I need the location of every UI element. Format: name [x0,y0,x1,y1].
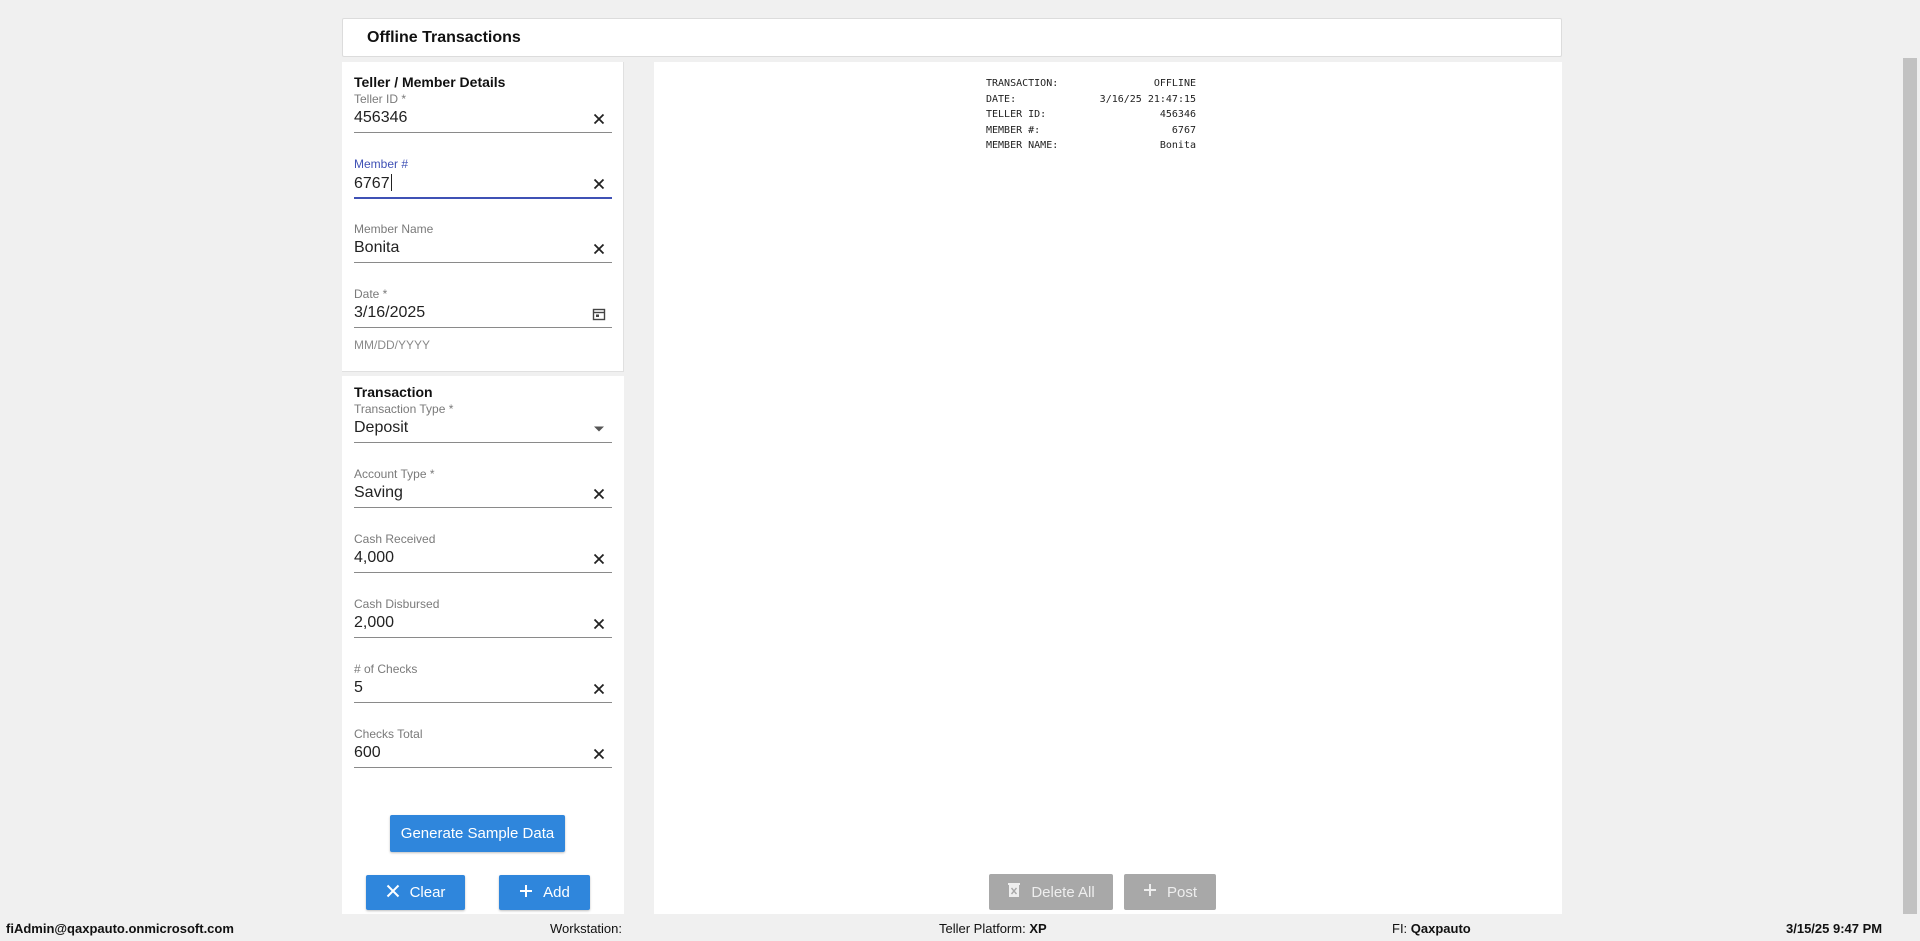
member-name-value: Bonita [354,239,400,256]
checks-total-value: 600 [354,744,381,761]
receipt-row: MEMBER #: 6767 [986,123,1196,139]
clear-cash-received-icon[interactable] [590,550,608,568]
clear-member-name-icon[interactable] [590,240,608,258]
date-format-hint: MM/DD/YYYY [354,338,431,352]
trash-icon [1007,882,1021,902]
checks-total-label: Checks Total [354,727,423,741]
member-number-field[interactable]: Member # 6767 [354,157,612,205]
text-cursor [390,174,392,191]
receipt-row-value: OFFLINE [1153,78,1196,89]
page-header: Offline Transactions [342,18,1562,57]
post-label: Post [1166,883,1197,901]
cash-disbursed-field[interactable]: Cash Disbursed 2,000 [354,597,612,645]
status-datetime: 3/15/25 9:47 PM [1786,921,1883,936]
teller-id-field[interactable]: Teller ID * 456346 [354,92,612,140]
clear-member-number-icon[interactable] [590,175,608,193]
delete-all-button[interactable]: Delete All [989,874,1113,910]
member-number-label: Member # [354,157,409,171]
member-name-field[interactable]: Member Name Bonita [354,222,612,270]
account-type-value: Saving [354,484,403,501]
delete-all-label: Delete All [1031,883,1095,901]
member-name-label: Member Name [354,222,434,236]
clear-checks-total-icon[interactable] [590,745,608,763]
clear-cash-disbursed-icon[interactable] [590,615,608,633]
teller-platform-value: XP [1029,921,1047,936]
add-button-label: Add [543,884,570,901]
account-type-field[interactable]: Account Type * Saving [354,467,612,515]
num-checks-field[interactable]: # of Checks 5 [354,662,612,710]
receipt-row-value: Bonita [1159,140,1196,151]
generate-sample-data-label: Generate Sample Data [400,825,555,842]
cash-received-label: Cash Received [354,532,436,546]
receipt-row-key: MEMBER #: [986,124,1041,136]
receipt-row-value: 456346 [1159,109,1196,120]
plus-icon [1143,883,1157,901]
workstation-label: Workstation: [550,921,623,936]
receipt-row: TELLER ID: 456346 [986,107,1196,123]
clear-account-type-icon[interactable] [590,485,608,503]
receipt-row-value: 3/16/25 21:47:15 [1099,93,1196,105]
teller-platform: Teller Platform: XP [939,921,1047,936]
user-email: fiAdmin@qaxpauto.onmicrosoft.com [6,921,234,936]
fi-label: FI: [1392,921,1408,936]
fi-info: FI: Qaxpauto [1392,921,1471,936]
fi-value: Qaxpauto [1410,921,1471,936]
status-bar: fiAdmin@qaxpauto.onmicrosoft.com Worksta… [0,914,1920,941]
receipt-row-key: TRANSACTION: [986,78,1059,89]
teller-id-value: 456346 [354,109,408,126]
clear-button[interactable]: Clear [366,875,465,910]
cash-received-field[interactable]: Cash Received 4,000 [354,532,612,580]
cash-disbursed-value: 2,000 [354,614,395,631]
details-section: Teller / Member Details Teller ID * 4563… [342,62,624,372]
receipt-row-key: MEMBER NAME: [986,140,1059,151]
form-panel: Teller / Member Details Teller ID * 4563… [342,62,624,914]
close-icon [386,884,400,902]
transaction-section: Transaction Transaction Type * Deposit A… [342,376,624,914]
receipt-row-key: TELLER ID: [986,109,1047,120]
checks-total-field[interactable]: Checks Total 600 [354,727,612,775]
clear-teller-id-icon[interactable] [590,110,608,128]
receipt-row-key: DATE: [986,93,1017,105]
page-scrollbar[interactable] [1903,58,1917,914]
dropdown-arrow-icon[interactable] [590,420,608,438]
receipt-preview: TRANSACTION: OFFLINE DATE: 3/16/25 21:47:15… [986,76,1196,154]
teller-id-label: Teller ID * [354,92,407,106]
teller-platform-label: Teller Platform: [939,921,1026,936]
transaction-type-label: Transaction Type * [354,402,454,416]
receipt-row: MEMBER NAME: Bonita [986,138,1196,154]
num-checks-value: 5 [354,679,363,696]
clear-button-label: Clear [409,884,446,901]
account-type-label: Account Type * [354,467,435,481]
post-button[interactable]: Post [1124,874,1216,910]
generate-sample-data-button[interactable]: Generate Sample Data [390,815,565,852]
num-checks-label: # of Checks [354,662,418,676]
transaction-type-value: Deposit [354,419,409,436]
add-button[interactable]: Add [499,875,590,910]
member-number-value: 6767 [354,175,390,192]
transaction-type-select[interactable]: Transaction Type * Deposit [354,402,612,450]
date-value: 3/16/2025 [354,304,426,321]
clear-num-checks-icon[interactable] [590,680,608,698]
date-field[interactable]: Date * 3/16/2025 [354,287,612,335]
calendar-icon[interactable] [590,305,608,323]
page-title: Offline Transactions [367,29,521,46]
receipt-row-value: 6767 [1171,124,1196,136]
receipt-row: DATE: 3/16/25 21:47:15 [986,92,1196,108]
transaction-section-title: Transaction [354,384,433,400]
details-section-title: Teller / Member Details [354,74,506,90]
cash-received-value: 4,000 [354,549,395,566]
receipt-preview-panel: TRANSACTION: OFFLINE DATE: 3/16/25 21:47:15… [654,62,1562,914]
plus-icon [519,884,533,902]
receipt-row: TRANSACTION: OFFLINE [986,76,1196,92]
cash-disbursed-label: Cash Disbursed [354,597,440,611]
date-label: Date * [354,287,388,301]
